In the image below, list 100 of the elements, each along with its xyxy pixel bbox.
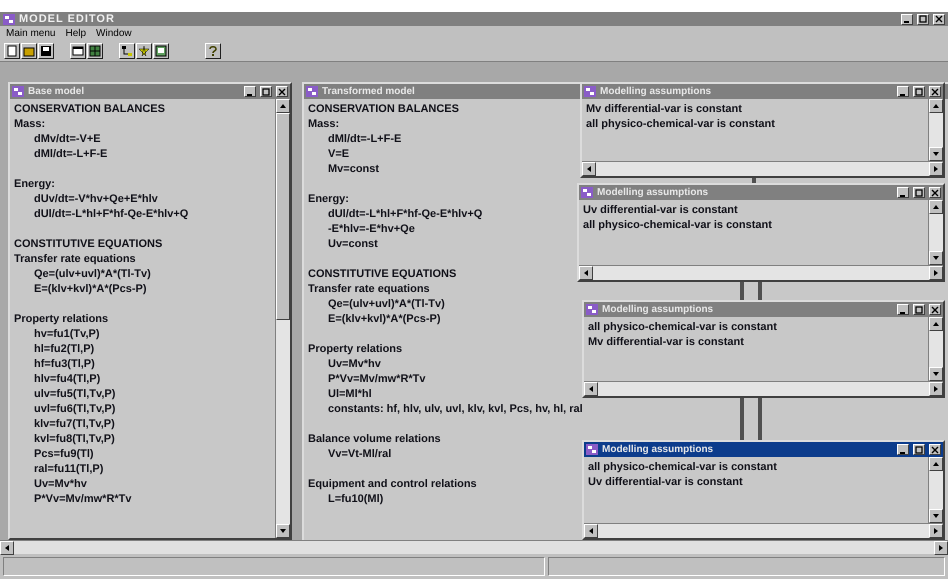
group-label: Transfer rate equations bbox=[308, 282, 430, 297]
assumption-text: all physico-chemical-var is constant bbox=[588, 320, 777, 335]
minimize-button[interactable] bbox=[244, 86, 256, 97]
maximize-button[interactable] bbox=[913, 187, 925, 198]
minimize-button[interactable] bbox=[897, 444, 909, 455]
window-title-bar[interactable]: Modelling assumptions bbox=[584, 442, 943, 457]
equation-text: ulv=fu5(Tl,Tv,P) bbox=[33, 387, 116, 402]
scroll-arrow-button[interactable] bbox=[929, 457, 943, 471]
close-button[interactable] bbox=[933, 14, 945, 24]
close-button[interactable] bbox=[929, 304, 941, 315]
group-label: Energy: bbox=[308, 192, 349, 207]
scroll-arrow-button[interactable] bbox=[276, 99, 290, 113]
maximize-icon bbox=[919, 15, 927, 23]
equation-text: klv=fu7(Tl,Tv,P) bbox=[33, 417, 115, 432]
close-button[interactable] bbox=[276, 86, 288, 97]
arrow-right-icon bbox=[932, 165, 940, 173]
scroll-arrow-button[interactable] bbox=[929, 200, 943, 214]
scroll-arrow-button[interactable] bbox=[929, 509, 943, 523]
group-label: Energy: bbox=[14, 177, 55, 192]
arrow-left-icon bbox=[587, 527, 595, 535]
window-icon bbox=[586, 444, 598, 455]
equation-text: hlv=fu4(Tl,P) bbox=[33, 372, 100, 387]
arrow-up-icon bbox=[932, 203, 940, 211]
scroll-thumb[interactable] bbox=[276, 113, 290, 320]
equation-text: Vv=Vt-Ml/ral bbox=[327, 447, 392, 462]
toolbar-button[interactable] bbox=[87, 43, 103, 59]
frame-icon bbox=[156, 46, 166, 56]
minimize-icon bbox=[904, 21, 909, 23]
equation-text: V=E bbox=[327, 147, 350, 162]
scroll-arrow-button[interactable] bbox=[582, 162, 596, 176]
arrow-left-icon bbox=[3, 544, 11, 552]
scroll-arrow-button[interactable] bbox=[584, 382, 598, 396]
scroll-arrow-button[interactable] bbox=[929, 317, 943, 331]
close-button[interactable] bbox=[929, 444, 941, 455]
equation-text: dMv/dt=-V+E bbox=[33, 132, 101, 147]
scroll-arrow-button[interactable] bbox=[929, 251, 943, 265]
equation-text: uvl=fu6(Tl,Tv,P) bbox=[33, 402, 116, 417]
group-label: Property relations bbox=[308, 342, 402, 357]
close-button[interactable] bbox=[929, 187, 941, 198]
menu-item[interactable]: Window bbox=[96, 28, 132, 39]
maximize-button[interactable] bbox=[913, 444, 925, 455]
equation-text: Uv=Mv*hv bbox=[327, 357, 381, 372]
scroll-arrow-button[interactable] bbox=[929, 266, 943, 280]
assumption-text: all physico-chemical-var is constant bbox=[586, 117, 775, 132]
minimize-icon bbox=[900, 194, 905, 196]
section-heading: CONSERVATION BALANCES bbox=[14, 102, 165, 117]
maximize-button[interactable] bbox=[917, 14, 929, 24]
scroll-arrow-button[interactable] bbox=[929, 147, 943, 161]
scroll-arrow-button[interactable] bbox=[0, 541, 14, 555]
maximize-button[interactable] bbox=[913, 86, 925, 97]
arrow-right-icon bbox=[932, 385, 940, 393]
toolbar-button[interactable] bbox=[119, 43, 135, 59]
scroll-arrow-button[interactable] bbox=[929, 524, 943, 538]
menu-item[interactable]: Main menu bbox=[6, 28, 56, 39]
scroll-arrow-button[interactable] bbox=[929, 162, 943, 176]
scroll-arrow-button[interactable] bbox=[579, 266, 593, 280]
scroll-arrow-button[interactable] bbox=[929, 99, 943, 113]
equation-text: dMl/dt=-L+F-E bbox=[33, 147, 108, 162]
menu-item[interactable]: Help bbox=[65, 28, 86, 39]
scroll-arrow-button[interactable] bbox=[934, 541, 948, 555]
equation-text: dMl/dt=-L+F-E bbox=[327, 132, 402, 147]
toolbar-button[interactable] bbox=[136, 43, 152, 59]
toolbar-button[interactable] bbox=[38, 43, 54, 59]
minimize-button[interactable] bbox=[897, 187, 909, 198]
scroll-arrow-button[interactable] bbox=[929, 367, 943, 381]
section-heading: CONSTITUTIVE EQUATIONS bbox=[308, 267, 456, 282]
minimize-button[interactable] bbox=[901, 14, 913, 24]
minimize-icon bbox=[247, 94, 252, 96]
scroll-arrow-button[interactable] bbox=[584, 524, 598, 538]
toolbar-button[interactable] bbox=[21, 43, 37, 59]
arrow-right-icon bbox=[937, 544, 945, 552]
arrow-down-icon bbox=[932, 512, 940, 520]
equation-text: hf=fu3(Tl,P) bbox=[33, 357, 95, 372]
group-label: Equipment and control relations bbox=[308, 477, 477, 492]
equation-text: E=(klv+kvl)*A*(Pcs-P) bbox=[327, 312, 440, 327]
minimize-button[interactable] bbox=[897, 86, 909, 97]
equation-text: dUl/dt=-L*hl+F*hf-Qe-E*hlv+Q bbox=[33, 207, 188, 222]
arrow-up-icon bbox=[932, 320, 940, 328]
toolbar-button[interactable] bbox=[70, 43, 86, 59]
maximize-button[interactable] bbox=[260, 86, 272, 97]
scroll-arrow-button[interactable] bbox=[276, 524, 290, 538]
minimize-icon bbox=[900, 312, 905, 314]
equation-text: hv=fu1(Tv,P) bbox=[33, 327, 100, 342]
equation-text: -E*hlv=-E*hv+Qe bbox=[327, 222, 415, 237]
minimize-button[interactable] bbox=[897, 304, 909, 315]
equation-text: Ul=Ml*hl bbox=[327, 387, 372, 402]
scroll-arrow-button[interactable] bbox=[929, 382, 943, 396]
close-icon bbox=[278, 88, 286, 96]
close-button[interactable] bbox=[929, 86, 941, 97]
maximize-icon bbox=[915, 88, 923, 96]
close-icon bbox=[931, 446, 939, 454]
maximize-button[interactable] bbox=[913, 304, 925, 315]
toolbar-button[interactable] bbox=[153, 43, 169, 59]
toolbar-button[interactable] bbox=[4, 43, 20, 59]
arrow-right-icon bbox=[932, 527, 940, 535]
equation-text: Qe=(ulv+uvl)*A*(Tl-Tv) bbox=[327, 297, 445, 312]
window-title: Modelling assumptions bbox=[597, 187, 708, 198]
tree-icon bbox=[122, 46, 132, 56]
group-label: Mass: bbox=[14, 117, 46, 132]
toolbar-button[interactable] bbox=[205, 43, 221, 59]
